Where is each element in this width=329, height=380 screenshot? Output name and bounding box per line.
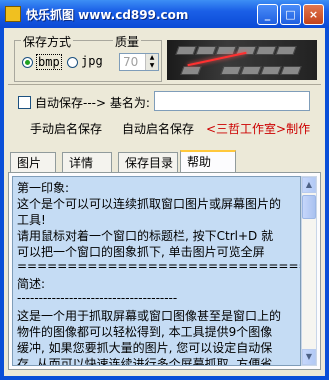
help-line: 第一印象: bbox=[17, 181, 70, 195]
save-format-group: 保存方式 质量 bmp jpg 70 ▲ ▼ bbox=[14, 33, 162, 82]
help-line: 工具! bbox=[17, 213, 46, 227]
scroll-thumb[interactable] bbox=[302, 195, 316, 219]
help-line: 这个是个可以可以连续抓取窗口图片或屏幕图片的 bbox=[17, 197, 282, 211]
minimize-button[interactable]: _ bbox=[257, 4, 278, 25]
help-line: ------------------------------------- bbox=[17, 291, 178, 305]
tab-save-directory[interactable]: 保存目录 bbox=[118, 152, 178, 172]
jpg-radio[interactable] bbox=[67, 57, 78, 68]
keyboard-banner-image bbox=[167, 40, 317, 80]
help-panel: 第一印象: 这个是个可以可以连续抓取窗口图片或屏幕图片的 工具! 请用鼠标对着一… bbox=[8, 172, 321, 370]
quality-stepper[interactable]: 70 ▲ ▼ bbox=[119, 53, 159, 71]
divider bbox=[8, 84, 321, 85]
quality-value: 70 bbox=[123, 55, 139, 69]
quality-legend: 质量 bbox=[113, 33, 142, 50]
help-line: 可以把一个窗口的图象抓下, 单击图片可览全屏 bbox=[17, 245, 265, 259]
vertical-scrollbar[interactable]: ▲ ▼ bbox=[301, 176, 317, 366]
spin-down-icon[interactable]: ▼ bbox=[146, 62, 158, 70]
tab-image[interactable]: 图片 bbox=[10, 152, 56, 172]
help-line: 缓冲, 如果您要抓大量的图片, 您可以设定自动保 bbox=[17, 341, 273, 355]
window-title: 快乐抓图 www.cd899.com bbox=[26, 8, 189, 22]
scroll-down-icon[interactable]: ▼ bbox=[302, 349, 316, 365]
tab-details[interactable]: 详情 bbox=[62, 152, 112, 172]
maximize-button[interactable]: □ bbox=[280, 4, 301, 25]
credit-link[interactable]: <三哲工作室>制作 bbox=[206, 120, 310, 137]
close-button[interactable]: × bbox=[303, 4, 324, 25]
quality-spin-buttons[interactable]: ▲ ▼ bbox=[145, 54, 158, 70]
app-window: 快乐抓图 www.cd899.com _ □ × 保存方式 质量 bmp jpg… bbox=[0, 0, 329, 380]
basename-input[interactable] bbox=[154, 91, 310, 111]
bmp-radio[interactable] bbox=[22, 57, 33, 68]
help-line: 存, 从而可以快速连续进行多个屏幕抓取, 方便省 bbox=[17, 357, 273, 366]
client-area: 保存方式 质量 bmp jpg 70 ▲ ▼ 自动保存---> 基名为: 手动启… bbox=[4, 28, 325, 376]
help-text-area[interactable]: 第一印象: 这个是个可以可以连续抓取窗口图片或屏幕图片的 工具! 请用鼠标对着一… bbox=[12, 176, 301, 366]
save-format-legend: 保存方式 bbox=[21, 33, 74, 50]
jpg-radio-label[interactable]: jpg bbox=[81, 54, 103, 68]
help-line: ================================= bbox=[17, 259, 300, 273]
title-bar[interactable]: 快乐抓图 www.cd899.com _ □ × bbox=[0, 0, 329, 28]
auto-save-label[interactable]: 自动保存---> 基名为: bbox=[35, 94, 150, 111]
app-icon[interactable] bbox=[5, 6, 21, 22]
help-line: 请用鼠标对着一个窗口的标题栏, 按下Ctrl+D 就 bbox=[17, 229, 274, 243]
spin-up-icon[interactable]: ▲ bbox=[146, 54, 158, 62]
auto-name-save-button[interactable]: 自动启名保存 bbox=[122, 120, 194, 137]
tab-help[interactable]: 帮助 bbox=[180, 150, 236, 172]
help-line: 物件的图像都可以轻松得到, 本工具提供9个图像 bbox=[17, 325, 273, 339]
auto-save-checkbox[interactable] bbox=[18, 96, 31, 109]
help-line: 这是一个用于抓取屏幕或窗口图像甚至是窗口上的 bbox=[17, 309, 282, 323]
bmp-radio-label[interactable]: bmp bbox=[36, 54, 62, 70]
manual-name-save-button[interactable]: 手动启名保存 bbox=[30, 120, 102, 137]
tab-strip: 图片 详情 保存目录 帮助 bbox=[8, 150, 321, 172]
help-line: 简述: bbox=[17, 277, 46, 291]
scroll-up-icon[interactable]: ▲ bbox=[302, 177, 316, 193]
